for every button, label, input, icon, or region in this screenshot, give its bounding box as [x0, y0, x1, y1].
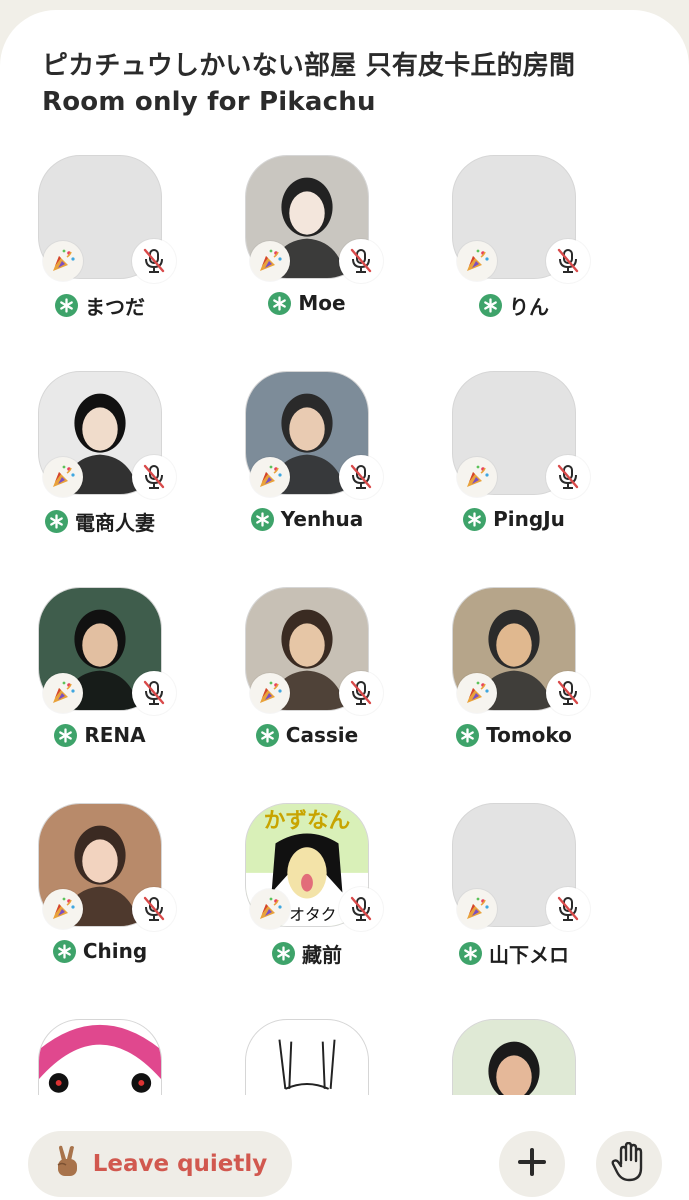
speaker-tile[interactable]: まつだ	[0, 155, 200, 355]
speaker-grid: まつだ Moe りん電商人妻 Yenhua PingJu RENA Cassie Tomoko…	[0, 10, 689, 1095]
speaker-name: りん	[509, 295, 549, 319]
leave-quietly-label: Leave quietly	[92, 1151, 268, 1177]
speaker-name-row: 藏前	[207, 939, 407, 968]
microphone-muted-icon	[339, 239, 383, 283]
speaker-name: RENA	[84, 723, 146, 747]
new-member-asterisk-icon	[52, 939, 76, 963]
raised-hand-icon	[611, 1141, 647, 1186]
microphone-muted-icon	[132, 239, 176, 283]
new-member-asterisk-icon	[268, 291, 292, 315]
new-member-asterisk-icon	[54, 723, 78, 747]
new-member-asterisk-icon	[463, 507, 487, 531]
party-popper-icon	[43, 457, 83, 497]
speaker-name: PingJu	[493, 507, 565, 531]
microphone-muted-icon	[546, 887, 590, 931]
speaker-tile[interactable]: RENA	[0, 587, 200, 787]
speaker-tile[interactable]	[207, 1019, 407, 1095]
speaker-tile[interactable]	[414, 1019, 614, 1095]
speaker-name-row: Cassie	[207, 723, 407, 747]
microphone-muted-icon	[339, 671, 383, 715]
party-popper-icon	[457, 457, 497, 497]
new-member-asterisk-icon	[55, 294, 78, 317]
speaker-name: Ching	[82, 939, 148, 963]
speaker-tile[interactable]: りん	[414, 155, 614, 355]
speaker-tile[interactable]: Ching	[0, 803, 200, 1003]
speaker-tile[interactable]: 山下メロ	[414, 803, 614, 1003]
microphone-muted-icon	[546, 239, 590, 283]
microphone-muted-icon	[339, 455, 383, 499]
speaker-tile[interactable]: 電商人妻	[0, 371, 200, 571]
speaker-name: 藏前	[302, 943, 342, 967]
party-popper-icon	[250, 889, 290, 929]
speaker-name: Yenhua	[280, 507, 364, 531]
leave-quietly-button[interactable]: Leave quietly	[28, 1131, 292, 1197]
speaker-name-row: RENA	[0, 723, 200, 747]
speaker-tile[interactable]: Cassie	[207, 587, 407, 787]
party-popper-icon	[250, 457, 290, 497]
speaker-name: Cassie	[285, 723, 359, 747]
microphone-muted-icon	[132, 455, 176, 499]
party-popper-icon	[457, 241, 497, 281]
new-member-asterisk-icon	[459, 942, 482, 965]
speaker-name-row: Ching	[0, 939, 200, 963]
party-popper-icon	[250, 241, 290, 281]
speaker-avatar[interactable]	[38, 1019, 162, 1095]
victory-hand-icon	[53, 1145, 83, 1183]
microphone-muted-icon	[132, 671, 176, 715]
party-popper-icon	[43, 673, 83, 713]
speaker-tile[interactable]: Yenhua	[207, 371, 407, 571]
speaker-tile[interactable]: Moe	[207, 155, 407, 355]
microphone-muted-icon	[546, 455, 590, 499]
party-popper-icon	[250, 673, 290, 713]
room-sheet: ピカチュウしかいない部屋 只有皮卡丘的房間 Room only for Pika…	[0, 10, 689, 1200]
raise-hand-button[interactable]	[596, 1131, 662, 1197]
svg-text:オタク: オタク	[289, 905, 336, 924]
speaker-name-row: Yenhua	[207, 507, 407, 531]
new-member-asterisk-icon	[456, 723, 480, 747]
speaker-avatar[interactable]	[245, 1019, 369, 1095]
party-popper-icon	[457, 673, 497, 713]
new-member-asterisk-icon	[250, 507, 274, 531]
microphone-muted-icon	[132, 887, 176, 931]
speaker-name-row: PingJu	[414, 507, 614, 531]
speaker-name: 電商人妻	[75, 511, 155, 535]
speaker-avatar[interactable]	[452, 1019, 576, 1095]
plus-icon	[515, 1145, 549, 1183]
microphone-muted-icon	[546, 671, 590, 715]
party-popper-icon	[457, 889, 497, 929]
svg-text:かずなん: かずなん	[264, 809, 351, 834]
speaker-name: Tomoko	[486, 723, 572, 747]
speaker-name-row: Tomoko	[414, 723, 614, 747]
add-button[interactable]	[499, 1131, 565, 1197]
bottom-bar: Leave quietly	[0, 1095, 689, 1200]
new-member-asterisk-icon	[45, 510, 68, 533]
speaker-name-row: 山下メロ	[414, 939, 614, 968]
party-popper-icon	[43, 241, 83, 281]
new-member-asterisk-icon	[255, 723, 279, 747]
new-member-asterisk-icon	[479, 294, 502, 317]
speaker-tile[interactable]: かずなんオタク藏前	[207, 803, 407, 1003]
speaker-tile[interactable]	[0, 1019, 200, 1095]
speaker-name-row: まつだ	[0, 291, 200, 320]
speaker-name: まつだ	[85, 295, 145, 319]
speaker-name-row: Moe	[207, 291, 407, 315]
new-member-asterisk-icon	[272, 942, 295, 965]
speaker-name-row: 電商人妻	[0, 507, 200, 536]
speaker-name: 山下メロ	[489, 943, 569, 967]
speaker-tile[interactable]: Tomoko	[414, 587, 614, 787]
microphone-muted-icon	[339, 887, 383, 931]
speaker-tile[interactable]: PingJu	[414, 371, 614, 571]
speaker-name: Moe	[298, 291, 346, 315]
speaker-name-row: りん	[414, 291, 614, 320]
party-popper-icon	[43, 889, 83, 929]
